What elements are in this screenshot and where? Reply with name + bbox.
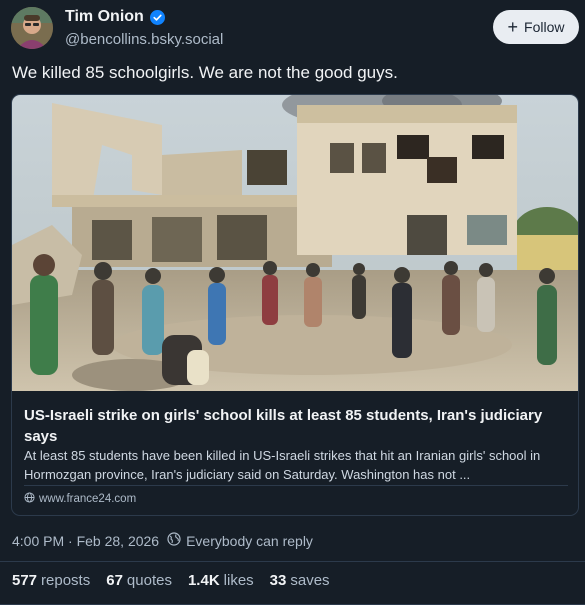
link-card-description: At least 85 students have been killed in… (24, 448, 541, 482)
post-text: We killed 85 schoolgirls. We are not the… (12, 63, 398, 82)
link-card-title[interactable]: US-Israeli strike on girls' school kills… (24, 405, 564, 447)
link-card-domain: www.france24.com (39, 493, 137, 505)
quotes-label: quotes (126, 572, 172, 589)
verified-check-icon (149, 9, 165, 25)
link-card-domain-row: www.france24.com (24, 492, 136, 506)
follow-button[interactable]: + Follow (493, 10, 579, 44)
reposts-stat[interactable]: 577 reposts (12, 572, 90, 589)
likes-label: likes (223, 572, 254, 589)
timestamp: 4:00 PM · Feb 28, 2026 (12, 532, 160, 549)
follow-label: Follow (524, 19, 565, 35)
engagement-stats: 577 reposts 67 quotes 1.4K likes 33 saves (12, 572, 330, 589)
saves-stat[interactable]: 33 saves (270, 572, 330, 589)
author-handle[interactable]: @bencollins.bsky.social (65, 31, 223, 48)
avatar[interactable] (11, 7, 53, 49)
quotes-stat[interactable]: 67 quotes (106, 572, 172, 589)
likes-count: 1.4K (187, 572, 220, 589)
link-card[interactable]: US-Israeli strike on girls' school kills… (11, 94, 579, 516)
link-card-divider (24, 485, 568, 486)
quotes-count: 67 (106, 572, 123, 589)
reposts-label: reposts (41, 572, 91, 589)
likes-stat[interactable]: 1.4K likes (188, 572, 254, 589)
divider (0, 561, 585, 562)
saves-count: 33 (269, 572, 287, 589)
display-name[interactable]: Tim Onion (65, 8, 144, 26)
post-meta: 4:00 PM · Feb 28, 2026 Everybody can rep… (12, 532, 313, 549)
saves-label: saves (290, 572, 330, 589)
plus-icon: + (507, 17, 519, 37)
globe-icon (24, 492, 35, 506)
bombed-school-photo (12, 95, 578, 391)
reply-settings[interactable]: Everybody can reply (167, 532, 313, 549)
earth-icon (167, 532, 181, 549)
reposts-count: 577 (12, 572, 38, 589)
reply-setting-label: Everybody can reply (186, 532, 313, 549)
author-name-row: Tim Onion (65, 8, 165, 26)
